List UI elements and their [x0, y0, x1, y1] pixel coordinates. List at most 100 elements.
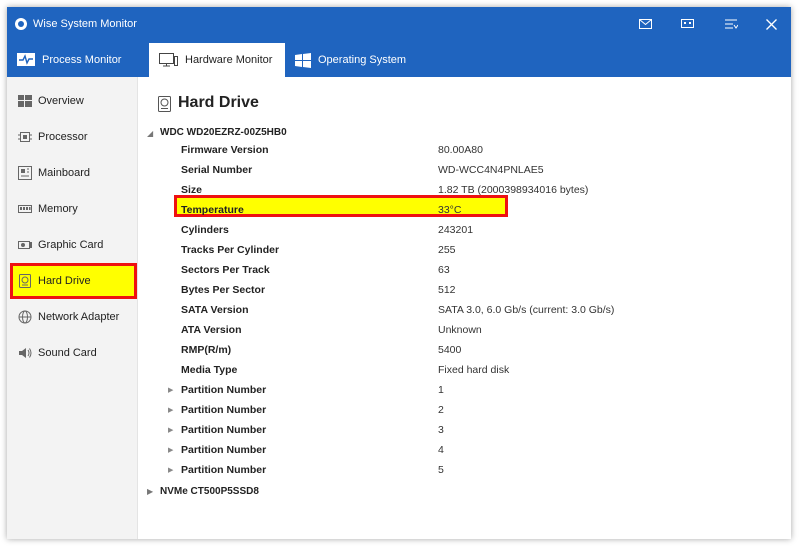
sidebar-item-sound-card[interactable]: Sound Card — [7, 335, 137, 371]
sidebar: Overview Processor Mainboard Memory Grap… — [7, 77, 138, 539]
table-row: Serial Number WD-WCC4N4PNLAE5 — [138, 161, 791, 181]
property-key: SATA Version — [181, 304, 249, 316]
property-value: Unknown — [438, 324, 482, 336]
table-row: Bytes Per Sector 512 — [138, 281, 791, 301]
property-value: 80.00A80 — [438, 144, 483, 156]
sidebar-item-graphic-card[interactable]: Graphic Card — [7, 227, 137, 263]
table-row[interactable]: ▶ Partition Number 1 — [138, 381, 791, 401]
property-key: Cylinders — [181, 224, 229, 236]
table-row: Temperature 33°C — [138, 201, 791, 221]
tab-label: Operating System — [318, 54, 407, 66]
expand-caret-icon[interactable]: ▶ — [147, 487, 153, 496]
table-row: Cylinders 243201 — [138, 221, 791, 241]
expand-caret-icon[interactable]: ▶ — [168, 446, 173, 454]
table-row[interactable]: ▶ Partition Number 3 — [138, 421, 791, 441]
property-value: Fixed hard disk — [438, 364, 510, 376]
sidebar-item-label: Processor — [38, 131, 88, 143]
property-key: ATA Version — [181, 324, 242, 336]
table-row: RMP(R/m) 5400 — [138, 341, 791, 361]
property-value: 243201 — [438, 224, 474, 236]
sidebar-item-label: Memory — [38, 203, 78, 215]
property-key: RMP(R/m) — [181, 344, 232, 356]
title-bar: Wise System Monitor — [7, 7, 791, 43]
property-key: Partition Number — [181, 424, 267, 436]
table-row: Firmware Version 80.00A80 — [138, 141, 791, 161]
sidebar-item-label: Overview — [38, 95, 84, 107]
property-value: 512 — [438, 284, 456, 296]
expand-caret-icon[interactable]: ▶ — [168, 426, 173, 434]
sidebar-item-processor[interactable]: Processor — [7, 119, 137, 155]
property-key: Firmware Version — [181, 144, 269, 156]
property-key: Size — [181, 184, 203, 196]
property-value: 4 — [438, 444, 444, 456]
tab-hardware-monitor[interactable]: Hardware Monitor — [149, 43, 285, 77]
property-key: Partition Number — [181, 404, 267, 416]
mainboard-icon — [18, 166, 32, 180]
tab-process-monitor[interactable]: Process Monitor — [7, 43, 149, 77]
property-key: Temperature — [181, 204, 244, 216]
tab-label: Hardware Monitor — [185, 54, 273, 66]
sidebar-item-hard-drive[interactable]: Hard Drive — [10, 263, 137, 299]
property-value: 2 — [438, 404, 444, 416]
table-row: ATA Version Unknown — [138, 321, 791, 341]
property-value: 5400 — [438, 344, 462, 356]
sound-card-icon — [19, 348, 32, 358]
property-key: Tracks Per Cylinder — [181, 244, 280, 256]
device-name[interactable]: WDC WD20EZRZ-00Z5HB0 — [160, 127, 287, 138]
property-key: Sectors Per Track — [181, 264, 270, 276]
property-key: Partition Number — [181, 444, 267, 456]
processor-icon — [18, 132, 32, 142]
mail-button[interactable] — [633, 14, 657, 34]
table-row[interactable]: ▶ Partition Number 5 — [138, 461, 791, 481]
table-row[interactable]: ▶ Partition Number 2 — [138, 401, 791, 421]
sidebar-item-network-adapter[interactable]: Network Adapter — [7, 299, 137, 335]
feedback-icon — [680, 19, 694, 28]
hard-drive-icon — [19, 274, 31, 288]
property-value: 3 — [438, 424, 444, 436]
table-row: SATA Version SATA 3.0, 6.0 Gb/s (current:… — [138, 301, 791, 321]
property-value: SATA 3.0, 6.0 Gb/s (current: 3.0 Gb/s) — [438, 304, 615, 316]
feedback-button[interactable] — [675, 14, 699, 34]
property-value: WD-WCC4N4PNLAE5 — [438, 164, 544, 176]
property-value: 33°C — [438, 204, 462, 216]
sidebar-item-memory[interactable]: Memory — [7, 191, 137, 227]
menu-icon — [724, 19, 738, 29]
table-row[interactable]: ▶ Partition Number 4 — [138, 441, 791, 461]
memory-icon — [18, 205, 32, 213]
sidebar-item-label: Graphic Card — [38, 239, 104, 251]
mail-icon — [638, 19, 652, 29]
property-key: Partition Number — [181, 464, 267, 476]
property-value: 1.82 TB (2000398934016 bytes) — [438, 184, 589, 196]
property-value: 63 — [438, 264, 450, 276]
tab-operating-system[interactable]: Operating System — [285, 43, 421, 77]
sidebar-item-mainboard[interactable]: Mainboard — [7, 155, 137, 191]
windows-logo-icon — [295, 53, 311, 68]
sidebar-item-label: Mainboard — [38, 167, 90, 179]
hardware-monitor-icon — [159, 53, 178, 67]
graphic-card-icon — [18, 241, 32, 249]
hard-drive-icon — [158, 96, 171, 112]
property-key: Serial Number — [181, 164, 253, 176]
expand-caret-icon[interactable]: ▶ — [168, 386, 173, 394]
close-icon — [765, 19, 777, 30]
menu-button[interactable] — [719, 14, 743, 34]
network-adapter-icon — [18, 310, 32, 324]
close-button[interactable] — [759, 14, 783, 34]
table-row: Media Type Fixed hard disk — [138, 361, 791, 381]
property-value: 255 — [438, 244, 456, 256]
table-row: Sectors Per Track 63 — [138, 261, 791, 281]
expand-caret-icon[interactable]: ▶ — [168, 466, 173, 474]
table-row: Tracks Per Cylinder 255 — [138, 241, 791, 261]
app-window: Wise System Monitor Process Monitor Hard… — [7, 7, 791, 539]
expand-caret-icon[interactable]: ▶ — [168, 406, 173, 414]
sidebar-item-overview[interactable]: Overview — [7, 83, 137, 119]
sidebar-item-label: Network Adapter — [38, 311, 120, 323]
collapse-caret-icon[interactable]: ◢ — [147, 129, 153, 138]
app-title: Wise System Monitor — [33, 18, 137, 30]
process-monitor-icon — [17, 53, 35, 66]
tab-bar: Process Monitor Hardware Monitor Operati… — [7, 43, 791, 77]
property-value: 5 — [438, 464, 444, 476]
property-key: Partition Number — [181, 384, 267, 396]
overview-icon — [18, 95, 32, 107]
device-name[interactable]: NVMe CT500P5SSD8 — [160, 486, 259, 497]
